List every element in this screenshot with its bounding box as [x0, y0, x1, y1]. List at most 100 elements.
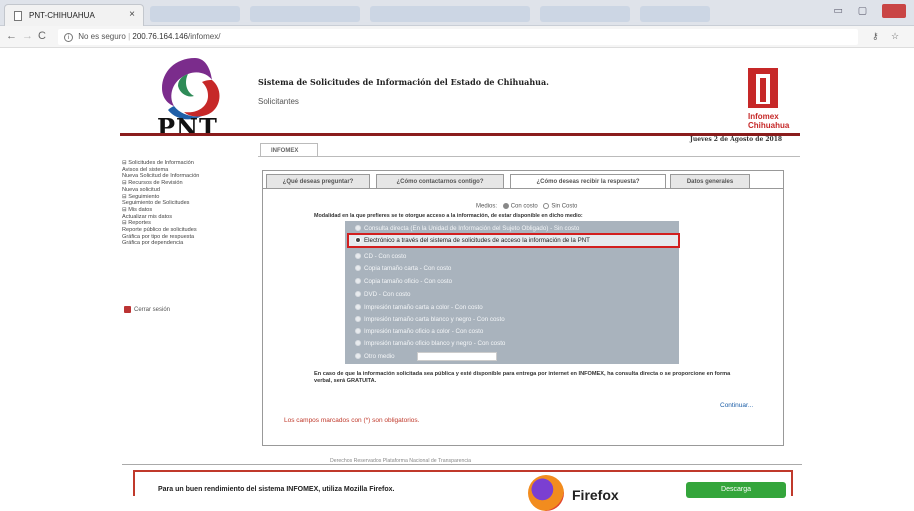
radio[interactable] [355, 340, 361, 347]
browser-tab-bar: PNT-CHIHUAHUA × ▭ ▢ [0, 0, 914, 26]
sidebar-item[interactable]: Actualizar mis datos [122, 214, 250, 221]
star-icon[interactable]: ☆ [891, 31, 899, 42]
option-impresion-carta-bn[interactable]: Impresión tamaño carta blanco y negro - … [355, 316, 505, 323]
footer-divider [122, 464, 802, 465]
logout-icon [124, 306, 131, 313]
forward-icon[interactable]: → [22, 30, 33, 42]
option-label: Electrónico a través del sistema de soli… [364, 237, 590, 244]
modalidad-label: Modalidad en la que prefieres se te otor… [314, 213, 583, 219]
medios-label: Medios: [476, 203, 498, 210]
blurred-tab[interactable] [370, 6, 530, 22]
back-icon[interactable]: ← [6, 30, 17, 42]
subtab-divider [262, 188, 784, 189]
infomex-text: Infomex [748, 112, 779, 121]
medios-group: Medios: Con costo Sin Costo [476, 203, 577, 210]
tab-como-contactar[interactable]: ¿Cómo contactarnos contigo? [376, 174, 504, 188]
radio[interactable] [355, 328, 361, 335]
logout-link[interactable]: Cerrar sesión [124, 306, 170, 313]
required-note: Los campos marcados con (*) son obligato… [284, 417, 420, 424]
blurred-tab[interactable] [540, 6, 630, 22]
blurred-tab[interactable] [250, 6, 360, 22]
option-cd[interactable]: CD - Con costo [355, 253, 406, 260]
reload-icon[interactable]: C [38, 30, 46, 42]
url-path: /infomex/ [187, 32, 221, 41]
info-icon[interactable]: i [64, 33, 73, 42]
sidebar-item[interactable]: Avisos del sistema [122, 167, 250, 174]
radio[interactable] [355, 225, 361, 232]
firefox-wordmark: Firefox [572, 487, 619, 503]
sidebar-item[interactable]: ⊟ Mis datos [122, 207, 250, 214]
radio[interactable] [355, 265, 361, 272]
option-otro-medio[interactable]: Otro medio [355, 353, 395, 360]
option-dvd[interactable]: DVD - Con costo [355, 291, 410, 298]
pnt-logo-text: PNT [157, 113, 218, 142]
not-secure-label: No es seguro [78, 32, 126, 41]
current-date: Jueves 2 de Agosto de 2018 [690, 136, 783, 143]
tab-close-icon[interactable]: × [129, 9, 135, 20]
medios-con-costo-radio[interactable] [502, 203, 509, 209]
sidebar-item[interactable]: ⊟ Solicitudes de Información [122, 160, 250, 167]
option-label: Impresión tamaño carta a color - Con cos… [364, 304, 483, 311]
window-close-icon[interactable] [882, 4, 906, 18]
radio[interactable] [355, 291, 361, 298]
blurred-tab[interactable] [150, 6, 240, 22]
option-copia-oficio[interactable]: Copia tamaño oficio - Con costo [355, 278, 452, 285]
firefox-logo-icon [528, 475, 564, 511]
option-electronico[interactable]: Electrónico a través del sistema de soli… [355, 237, 590, 244]
tab-infomex[interactable]: INFOMEX [260, 143, 318, 157]
window-controls[interactable]: ▭ ▢ [834, 4, 906, 18]
page-icon [14, 11, 22, 21]
tab-datos-generales[interactable]: Datos generales [670, 174, 750, 188]
logout-label: Cerrar sesión [134, 307, 171, 314]
option-label: Impresión tamaño oficio a color - Con co… [364, 328, 484, 335]
tab-title: PNT-CHIHUAHUA [29, 11, 95, 20]
option-consulta-directa[interactable]: Consulta directa (En la Unidad de Inform… [355, 225, 579, 232]
tab-como-recibir[interactable]: ¿Cómo deseas recibir la respuesta? [510, 174, 666, 189]
radio[interactable] [355, 353, 361, 360]
option-copia-carta[interactable]: Copia tamaño carta - Con costo [355, 265, 451, 272]
medios-sin-costo-label: Sin Costo [551, 203, 578, 210]
gratuita-note: En caso de que la información solicitada… [314, 371, 731, 384]
url-field[interactable]: i No es seguro | 200.76.164.146/infomex/ [58, 29, 858, 45]
sidebar-item[interactable]: Gráfica por tipo de respuesta [122, 234, 250, 241]
page-title: Sistema de Solicitudes de Información de… [258, 77, 549, 87]
option-label: DVD - Con costo [364, 291, 411, 298]
radio[interactable] [355, 304, 361, 311]
sidebar-item[interactable]: Reporte público de solicitudes [122, 227, 250, 234]
radio[interactable] [355, 278, 361, 285]
option-impresion-oficio-color[interactable]: Impresión tamaño oficio a color - Con co… [355, 328, 483, 335]
option-label: Impresión tamaño oficio blanco y negro -… [364, 340, 506, 347]
otro-medio-input[interactable] [417, 352, 497, 361]
sidebar-item[interactable]: Seguimiento de Solicitudes [122, 200, 250, 207]
medios-con-costo-label: Con costo [510, 203, 538, 210]
sidebar-item[interactable]: Gráfica por dependencia [122, 240, 250, 247]
sidebar-item[interactable]: ⊟ Seguimiento [122, 194, 250, 201]
medios-sin-costo-radio[interactable] [543, 203, 550, 209]
tab-divider [258, 156, 800, 157]
radio-selected[interactable] [355, 237, 361, 244]
option-impresion-oficio-bn[interactable]: Impresión tamaño oficio blanco y negro -… [355, 340, 505, 347]
sidebar-item[interactable]: ⊟ Reportes [122, 220, 250, 227]
tab-que-preguntar[interactable]: ¿Qué deseas preguntar? [266, 174, 370, 188]
browser-tab[interactable]: PNT-CHIHUAHUA × [4, 4, 144, 26]
sidebar-item[interactable]: Nueva Solicitud de Información [122, 173, 250, 180]
option-label: Otro medio [364, 353, 395, 360]
radio[interactable] [355, 253, 361, 260]
url-host: 200.76.164.146 [132, 32, 188, 41]
continue-link[interactable]: Continuar... [720, 402, 753, 409]
page-subtitle: Solicitantes [258, 97, 299, 106]
option-label: Consulta directa (En la Unidad de Inform… [364, 225, 580, 232]
sidebar-menu: ⊟ Solicitudes de Información Avisos del … [122, 160, 250, 247]
sidebar-item[interactable]: Nueva solicitud [122, 187, 250, 194]
address-bar-row: ← → C i No es seguro | 200.76.164.146/in… [0, 26, 914, 48]
option-label: CD - Con costo [364, 253, 407, 260]
radio[interactable] [355, 316, 361, 323]
option-label: Copia tamaño carta - Con costo [364, 265, 452, 272]
option-impresion-carta-color[interactable]: Impresión tamaño carta a color - Con cos… [355, 304, 483, 311]
banner-text: Para un buen rendimiento del sistema INF… [158, 486, 395, 493]
blurred-tab[interactable] [640, 6, 710, 22]
option-label: Impresión tamaño carta blanco y negro - … [364, 316, 505, 323]
key-icon[interactable]: ⚷ [872, 31, 879, 42]
sidebar-item[interactable]: ⊟ Recursos de Revisión [122, 180, 250, 187]
infomex-subtext: Chihuahua [748, 121, 790, 130]
